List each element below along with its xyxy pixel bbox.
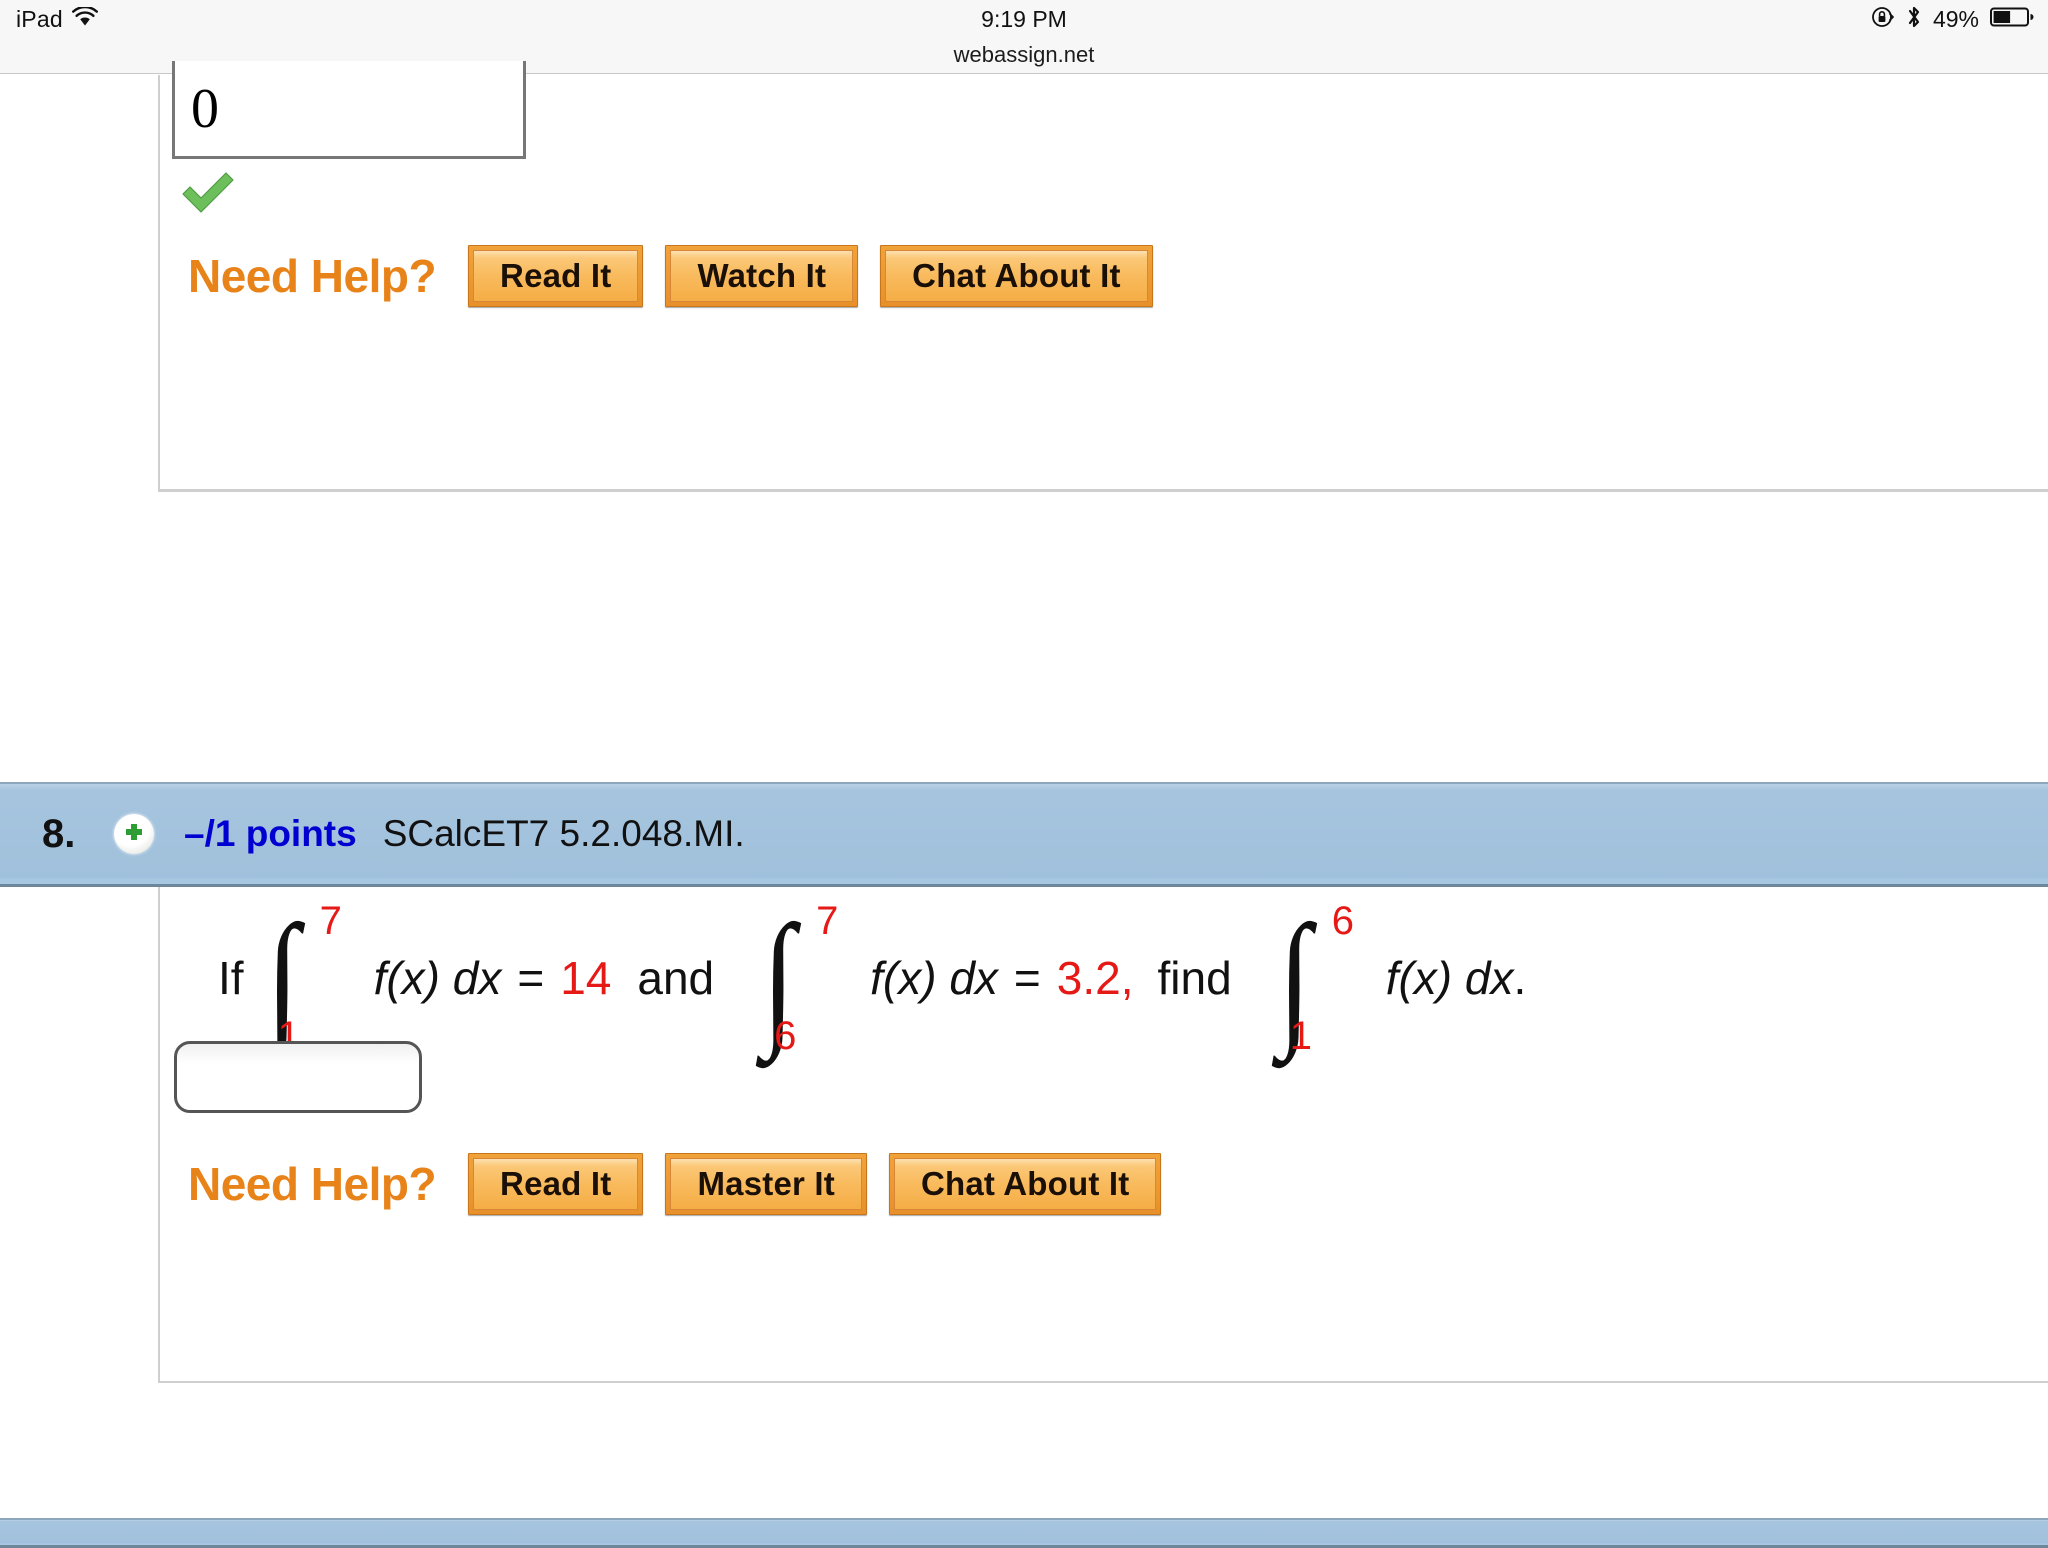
webassign-page-content: 0 Need Help? Read It Watch It Chat About… bbox=[0, 61, 2048, 1548]
master-it-label: Master It bbox=[697, 1165, 835, 1202]
question-7-answer-box[interactable]: 0 bbox=[172, 61, 526, 159]
sentence-period: . bbox=[1513, 952, 1527, 1004]
equals-sign-2: = bbox=[1013, 952, 1041, 1004]
question-8-number: 8. bbox=[42, 811, 76, 856]
question-8-need-help-row: Need Help? Read It Master It Chat About … bbox=[188, 1153, 1162, 1215]
integral-1-value: 14 bbox=[560, 952, 612, 1004]
equals-sign-1: = bbox=[517, 952, 545, 1004]
battery-percent: 49% bbox=[1932, 5, 1979, 32]
question-8-problem-statement: If ∫ 7 1 f(x) dx = 14 and ∫ 7 6 f(x) dx … bbox=[218, 899, 1527, 1058]
need-help-label: Need Help? bbox=[188, 1158, 437, 1210]
question-8-points: –/1 points bbox=[184, 813, 357, 854]
read-it-label: Read It bbox=[500, 1165, 612, 1202]
integral-2-upper-limit: 7 bbox=[816, 899, 839, 943]
watch-it-button[interactable]: Watch It bbox=[665, 245, 859, 307]
integral-3: ∫ 6 1 bbox=[1260, 899, 1368, 1058]
chat-about-it-label: Chat About It bbox=[920, 1165, 1130, 1202]
question-7-need-help-row: Need Help? Read It Watch It Chat About I… bbox=[188, 245, 1153, 307]
master-it-button[interactable]: Master It bbox=[665, 1153, 867, 1215]
integral-1: ∫ 7 1 bbox=[248, 899, 356, 1058]
chat-about-it-label: Chat About It bbox=[912, 257, 1121, 294]
green-checkmark-icon bbox=[178, 167, 238, 217]
question-8-help-buttons: Read It Master It Chat About It bbox=[468, 1153, 1162, 1215]
integral-3-upper-limit: 6 bbox=[1331, 899, 1354, 943]
integral-1-upper-limit: 7 bbox=[319, 899, 342, 943]
read-it-button[interactable]: Read It bbox=[468, 1153, 644, 1215]
integral-2-lower-limit: 6 bbox=[774, 1014, 797, 1058]
ios-status-bar: iPad 9:19 PM 49% bbox=[0, 0, 2048, 38]
url-text: webassign.net bbox=[953, 42, 1095, 67]
status-bar-right: 49% bbox=[1871, 4, 2034, 35]
need-help-label: Need Help? bbox=[188, 250, 437, 302]
rotation-lock-icon bbox=[1871, 5, 1895, 34]
question-7-help-buttons: Read It Watch It Chat About It bbox=[468, 245, 1153, 307]
chat-about-it-button[interactable]: Chat About It bbox=[888, 1153, 1162, 1215]
question-8-panel: If ∫ 7 1 f(x) dx = 14 and ∫ 7 6 f(x) dx … bbox=[158, 887, 2048, 1383]
question-8-header: 8. –/1 points SCalcET7 5.2.048.MI. bbox=[0, 782, 2048, 887]
watch-it-label: Watch It bbox=[697, 257, 827, 294]
integral-3-lower-limit: 1 bbox=[1289, 1014, 1312, 1058]
next-question-header-sliver bbox=[0, 1518, 2048, 1548]
read-it-button[interactable]: Read It bbox=[468, 245, 644, 307]
integral-2-integrand: f(x) dx bbox=[870, 952, 998, 1004]
bluetooth-icon bbox=[1906, 4, 1922, 35]
integral-3-integrand: f(x) dx bbox=[1385, 952, 1514, 1004]
battery-icon bbox=[1990, 6, 2034, 33]
conjunction-and: and bbox=[637, 952, 715, 1004]
green-plus-icon[interactable] bbox=[114, 814, 154, 854]
question-7-panel: 0 Need Help? Read It Watch It Chat About… bbox=[158, 61, 2048, 492]
integral-2: ∫ 7 6 bbox=[744, 899, 852, 1058]
instruction-find: find bbox=[1157, 952, 1232, 1004]
question-8-code: SCalcET7 5.2.048.MI. bbox=[382, 813, 745, 854]
status-bar-time: 9:19 PM bbox=[981, 5, 1067, 32]
question-8-answer-input[interactable] bbox=[174, 1041, 422, 1113]
chat-about-it-button[interactable]: Chat About It bbox=[880, 245, 1153, 307]
question-7-answer-value: 0 bbox=[191, 77, 219, 140]
read-it-label: Read It bbox=[500, 257, 612, 294]
integral-2-value: 3.2, bbox=[1056, 952, 1134, 1004]
problem-lead: If bbox=[218, 952, 244, 1004]
integral-1-integrand: f(x) dx bbox=[373, 952, 502, 1004]
